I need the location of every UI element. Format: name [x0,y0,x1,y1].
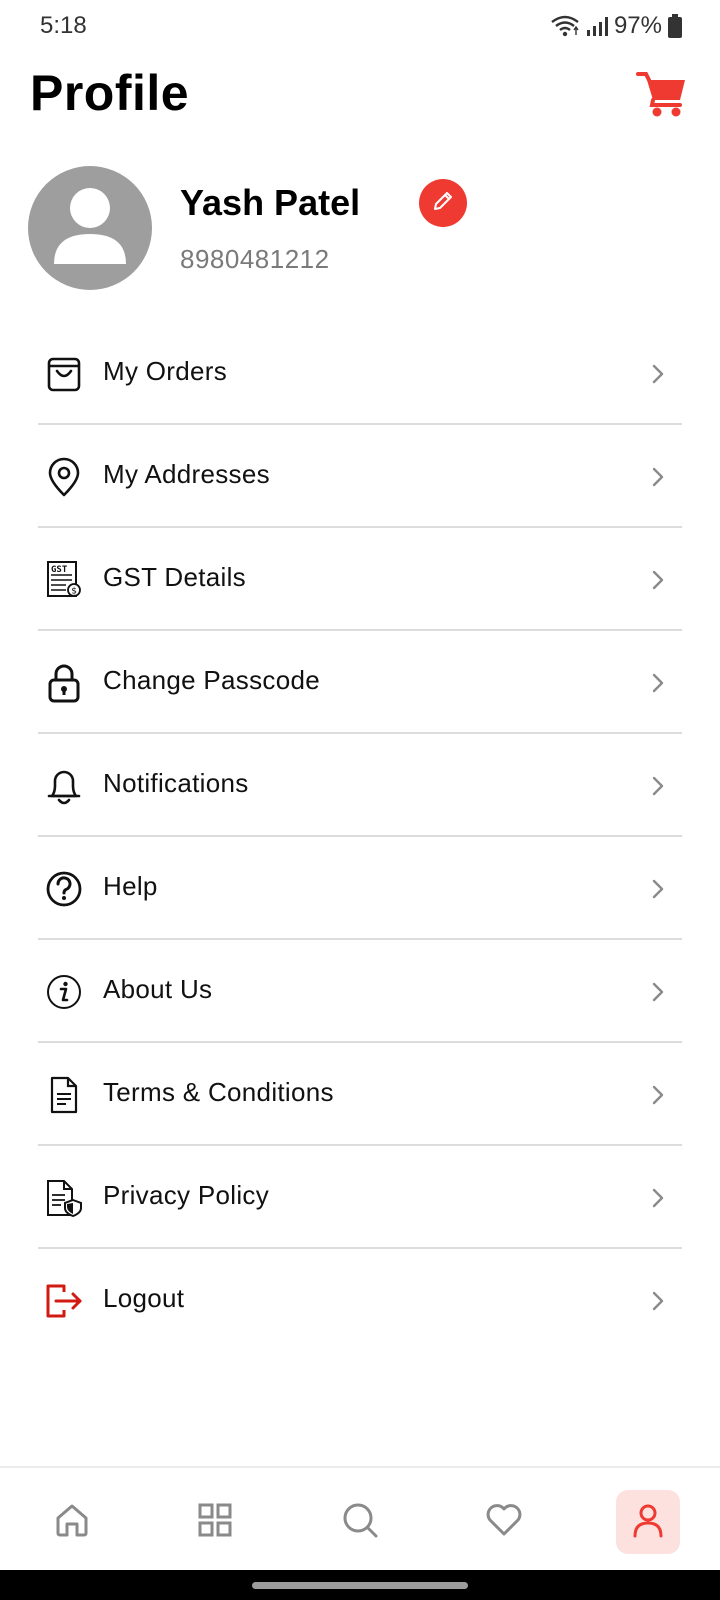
battery-text: 97% [613,12,662,39]
menu-item-notifications[interactable]: Notifications [38,734,682,837]
lock-icon [44,663,84,703]
wifi-icon [550,14,580,38]
info-circle-icon [44,972,84,1012]
question-circle-icon [44,869,84,909]
home-gesture-handle[interactable] [252,1582,468,1589]
privacy-document-icon [44,1178,84,1218]
nav-home[interactable] [40,1490,104,1554]
header: Profile [0,58,720,134]
grid-icon [197,1502,233,1543]
chevron-right-icon [650,980,666,1004]
cart-button[interactable] [636,70,688,118]
nav-search[interactable] [328,1490,392,1554]
status-bar: 5:18 97% [0,0,720,52]
nav-wishlist[interactable] [472,1490,536,1554]
nav-categories[interactable] [183,1490,247,1554]
chevron-right-icon [650,568,666,592]
profile-icon [630,1502,666,1543]
menu-item-about-us[interactable]: About Us [38,940,682,1043]
chevron-right-icon [650,1186,666,1210]
chevron-right-icon [650,1289,666,1313]
avatar [28,166,152,290]
chevron-right-icon [650,362,666,386]
menu-item-my-orders[interactable]: My Orders [38,322,682,425]
shopping-bag-icon [44,354,84,394]
menu-item-label: Privacy Policy [103,1180,270,1210]
page-title: Profile [30,65,190,121]
menu-item-privacy-policy[interactable]: Privacy Policy [38,1146,682,1249]
menu-item-label: GST Details [103,562,246,592]
profile-menu: My Orders My Addresses GST $ GST Details… [38,322,682,1352]
home-icon [54,1502,90,1543]
menu-item-label: Terms & Conditions [103,1077,334,1107]
signal-icon [586,15,608,37]
pencil-icon [431,189,455,218]
gst-document-icon: GST $ [44,560,84,600]
user-avatar-icon [28,188,152,290]
menu-item-label: Change Passcode [103,665,320,695]
location-pin-icon [44,457,84,497]
chevron-right-icon [650,774,666,798]
menu-item-label: My Orders [103,356,228,386]
bell-icon [44,766,84,806]
menu-item-terms-conditions[interactable]: Terms & Conditions [38,1043,682,1146]
user-phone: 8980481212 [180,244,330,274]
menu-item-label: About Us [103,974,213,1004]
nav-profile[interactable] [616,1490,680,1554]
logout-icon [44,1281,84,1321]
chevron-right-icon [650,671,666,695]
edit-profile-button[interactable] [419,179,467,227]
battery-icon [668,14,682,38]
svg-text:$: $ [71,587,77,597]
bottom-nav [0,1466,720,1570]
menu-item-label: Notifications [103,768,249,798]
chevron-right-icon [650,877,666,901]
user-name: Yash Patel [180,182,361,223]
system-gesture-bar [0,1570,720,1600]
svg-text:GST: GST [51,565,68,575]
document-icon [44,1075,84,1115]
menu-item-label: Help [103,871,158,901]
heart-icon [485,1503,523,1542]
status-icons: 97% [550,12,682,40]
profile-card: Yash Patel 8980481212 [0,166,720,296]
cart-icon [636,72,688,122]
search-icon [341,1501,379,1544]
menu-item-gst-details[interactable]: GST $ GST Details [38,528,682,631]
menu-item-change-passcode[interactable]: Change Passcode [38,631,682,734]
chevron-right-icon [650,465,666,489]
menu-item-logout[interactable]: Logout [38,1249,682,1352]
menu-item-help[interactable]: Help [38,837,682,940]
chevron-right-icon [650,1083,666,1107]
status-time: 5:18 [40,12,87,39]
menu-item-label: Logout [103,1283,185,1313]
menu-item-my-addresses[interactable]: My Addresses [38,425,682,528]
menu-item-label: My Addresses [103,459,270,489]
